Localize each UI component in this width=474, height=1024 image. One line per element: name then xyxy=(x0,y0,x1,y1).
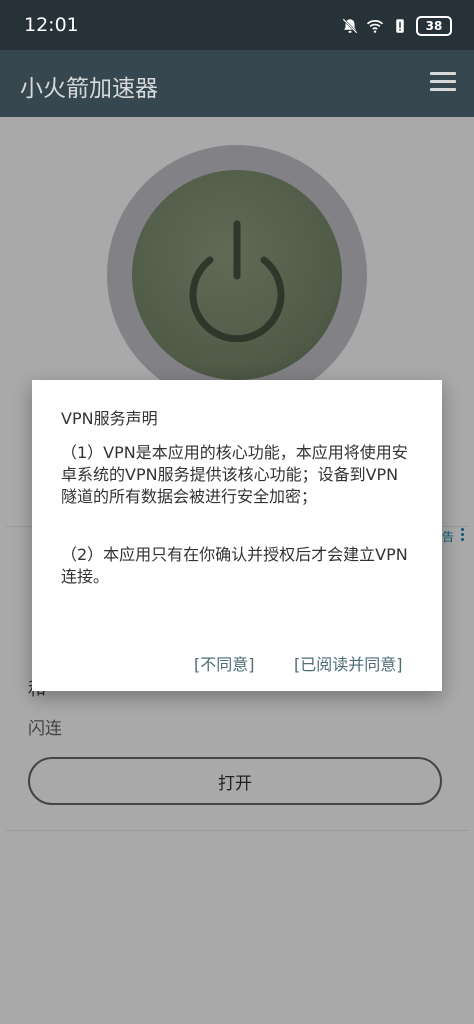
hamburger-menu-icon[interactable] xyxy=(430,72,456,94)
battery-icon: 38 xyxy=(416,16,452,36)
agree-button[interactable]: [已阅读并同意] xyxy=(294,651,403,675)
status-time: 12:01 xyxy=(24,14,79,36)
status-bar: 12:01 38 xyxy=(0,0,474,50)
battery-alert-icon xyxy=(396,19,404,33)
app-bar: 小火箭加速器 xyxy=(0,50,474,117)
vpn-statement-dialog: VPN服务声明 （1）VPN是本应用的核心功能，本应用将使用安卓系统的VPN服务… xyxy=(32,380,442,691)
ad-label: 告 xyxy=(442,530,455,544)
flash-connect-label: 闪连 xyxy=(28,719,62,739)
wifi-icon xyxy=(366,20,384,33)
disagree-button[interactable]: [不同意] xyxy=(194,651,255,675)
status-icons: 38 xyxy=(341,16,452,36)
mute-bell-icon xyxy=(342,18,358,34)
open-button[interactable]: 打开 xyxy=(28,757,442,805)
power-icon xyxy=(189,220,285,342)
dialog-paragraph-1: （1）VPN是本应用的核心功能，本应用将使用安卓系统的VPN服务提供该核心功能；… xyxy=(61,443,408,506)
app-title: 小火箭加速器 xyxy=(20,76,158,102)
divider xyxy=(6,830,468,831)
more-options-icon[interactable] xyxy=(461,528,467,543)
dialog-title: VPN服务声明 xyxy=(61,409,158,428)
dialog-paragraph-2: （2）本应用只有在你确认并授权后才会建立VPN连接。 xyxy=(61,545,408,586)
